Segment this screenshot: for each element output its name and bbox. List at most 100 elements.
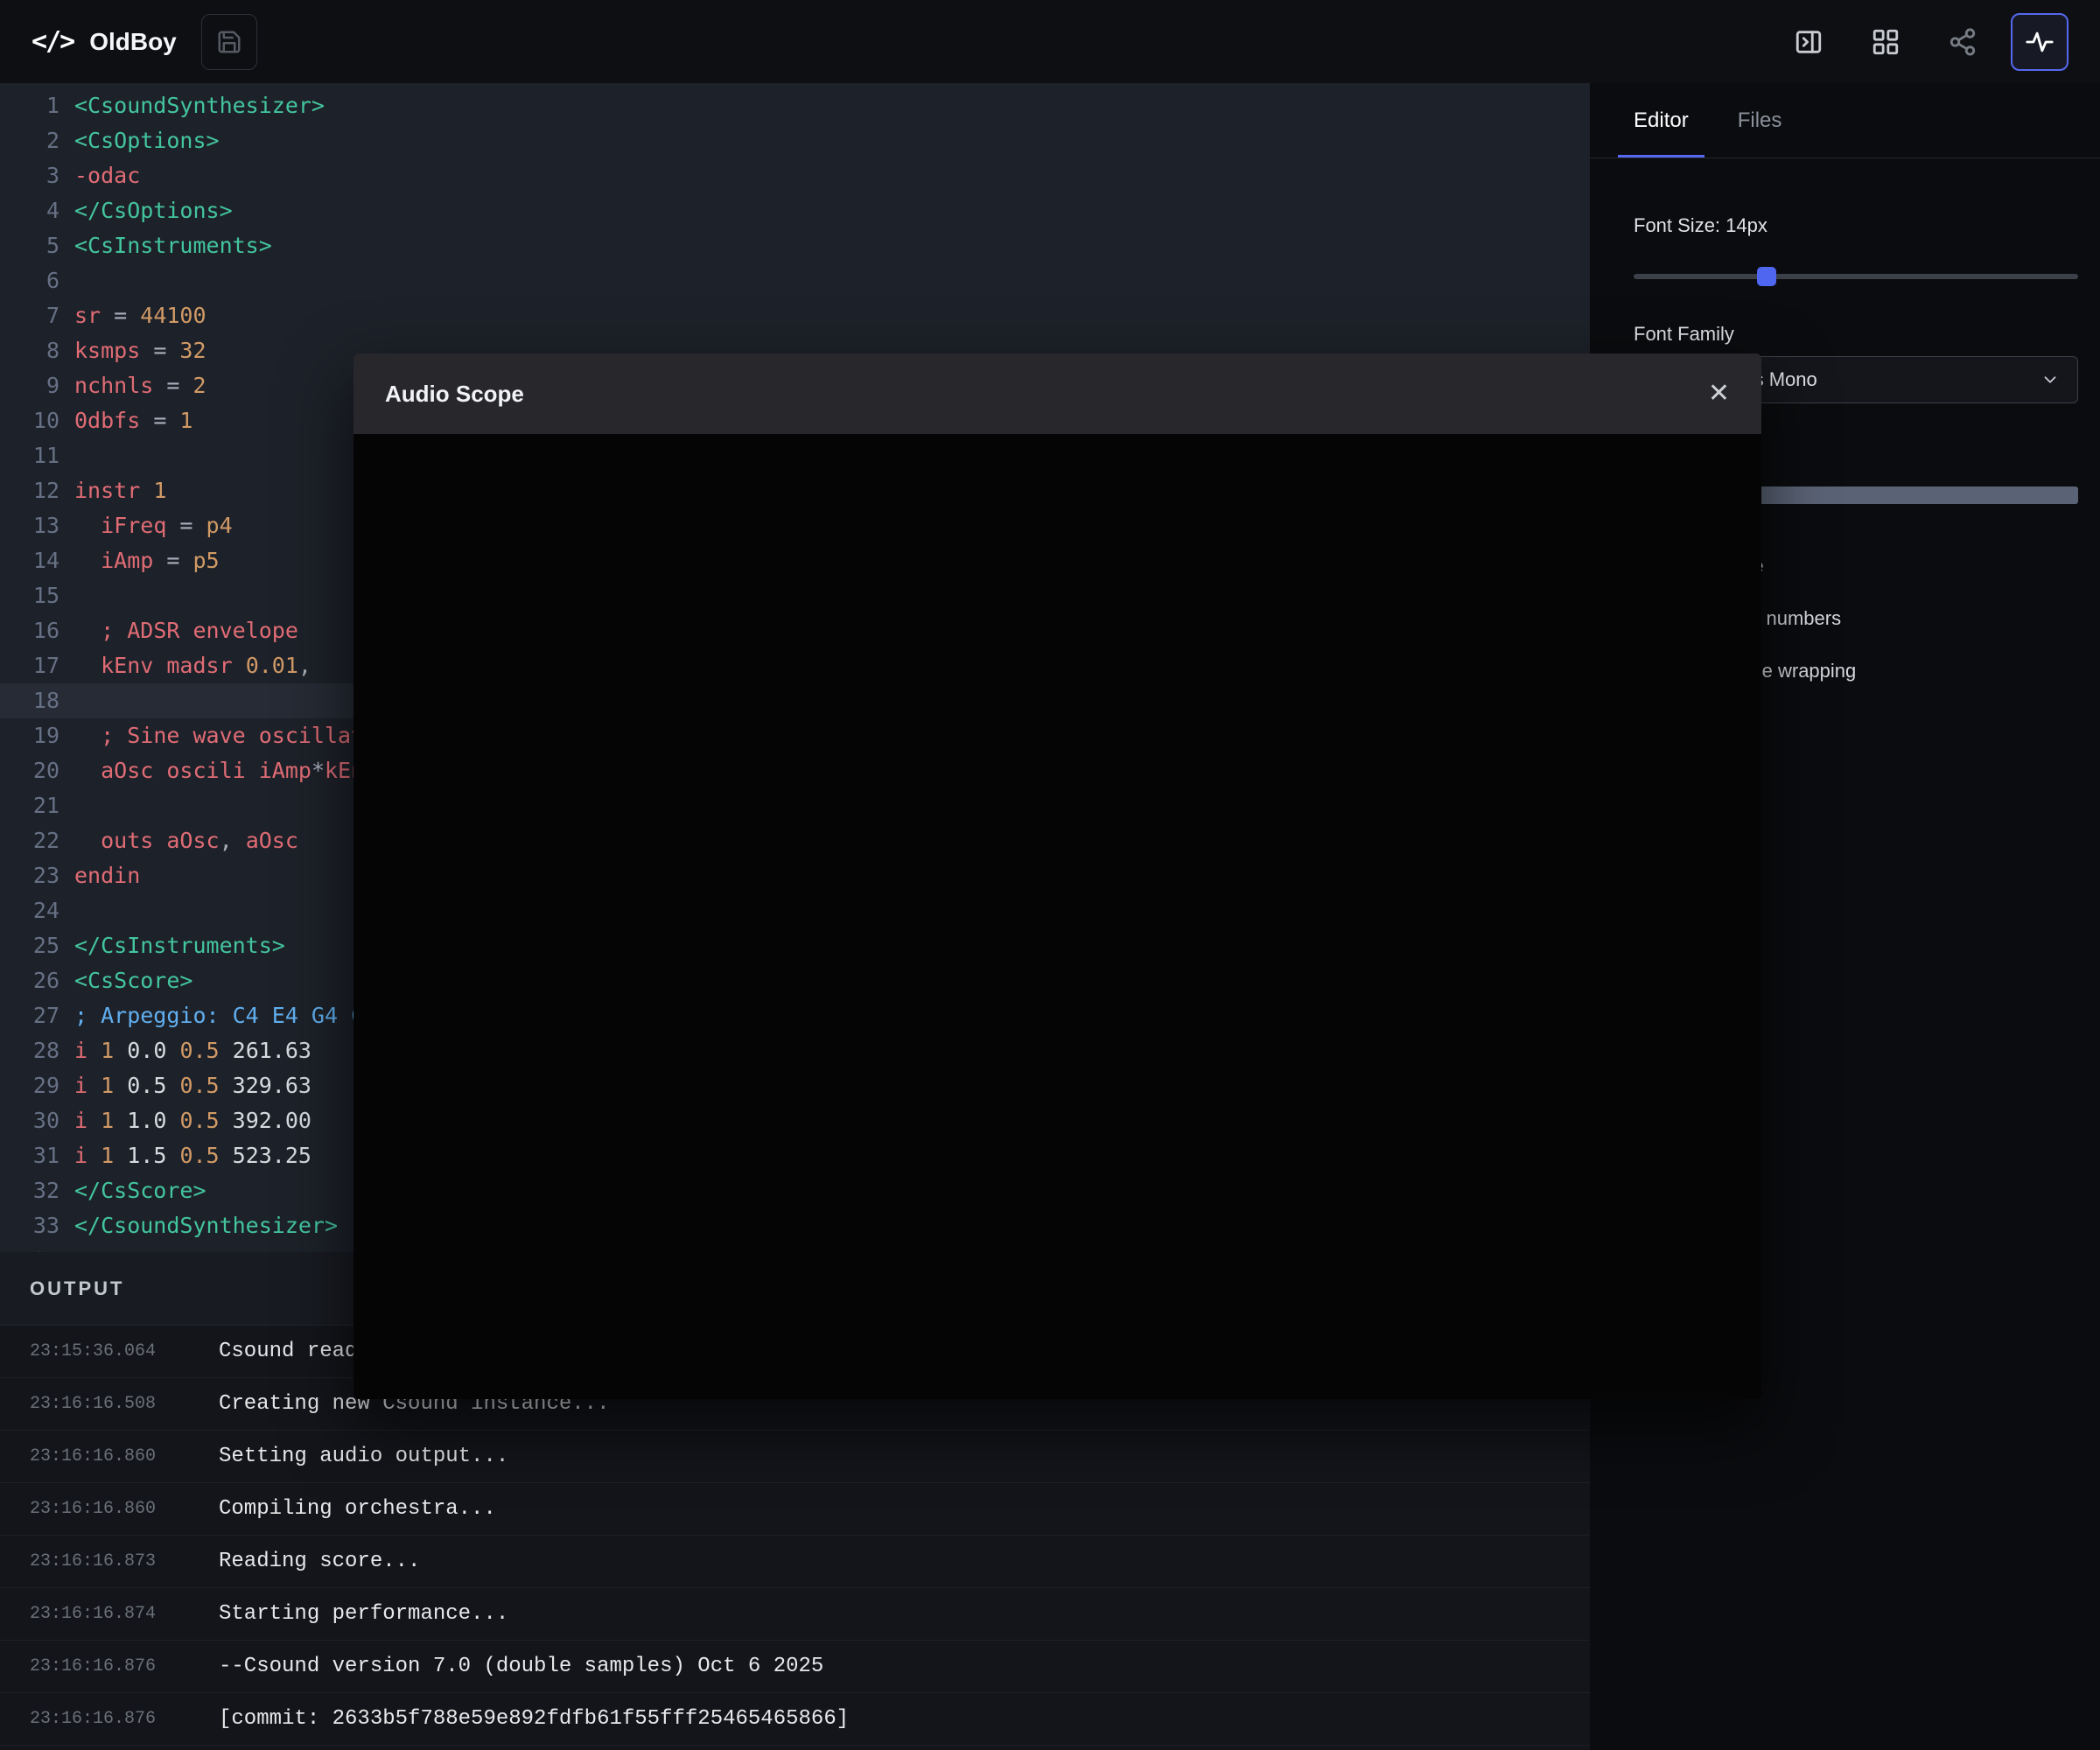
output-message: --Csound version 7.0 (double samples) Oc… <box>219 1655 823 1678</box>
line-number: 3 <box>0 158 60 193</box>
font-size-slider[interactable] <box>1634 267 2078 286</box>
font-size-label: Font Size: 14px <box>1634 214 2078 237</box>
output-message: Reading score... <box>219 1550 420 1573</box>
code-text: </CsScore> <box>74 1173 206 1208</box>
top-bar: </> OldBoy <box>0 0 2100 83</box>
chevron-down-icon <box>2040 370 2060 389</box>
audio-scope-button[interactable] <box>2011 13 2068 71</box>
line-number: 23 <box>0 858 60 893</box>
output-timestamp: 23:16:16.873 <box>30 1551 219 1572</box>
audio-scope-display <box>354 434 1761 1399</box>
code-text: nchnls = 2 <box>74 368 206 403</box>
output-timestamp: 23:16:16.860 <box>30 1446 219 1466</box>
code-text: i 1 0.0 0.5 261.63 <box>74 1033 312 1068</box>
code-text: sr = 44100 <box>74 298 206 333</box>
code-text: outs aOsc, aOsc <box>74 823 298 858</box>
code-text: i 1 1.5 0.5 523.25 <box>74 1138 312 1173</box>
output-header-label: OUTPUT <box>30 1278 124 1300</box>
output-timestamp: 23:16:16.874 <box>30 1604 219 1624</box>
floppy-disk-icon <box>216 29 242 55</box>
output-message: Starting performance... <box>219 1602 508 1626</box>
line-number: 19 <box>0 718 60 753</box>
line-number: 33 <box>0 1208 60 1243</box>
line-number: 6 <box>0 263 60 298</box>
code-text: instr 1 <box>74 473 166 508</box>
code-text: <CsScore> <box>74 963 192 998</box>
code-text: </CsoundSynthesizer> <box>74 1208 338 1243</box>
audio-scope-modal: Audio Scope ✕ <box>354 354 1761 1399</box>
line-number: 17 <box>0 648 60 683</box>
code-text: iFreq = p4 <box>74 508 233 543</box>
line-number: 18 <box>0 683 60 718</box>
output-message: Setting audio output... <box>219 1445 508 1468</box>
panel-toggle-button[interactable] <box>1780 13 1838 71</box>
line-number: 8 <box>0 333 60 368</box>
tab-editor[interactable]: Editor <box>1609 83 1713 158</box>
line-number: 26 <box>0 963 60 998</box>
line-number: 25 <box>0 928 60 963</box>
code-text: ; ADSR envelope <box>74 613 298 648</box>
tab-files[interactable]: Files <box>1713 83 1807 158</box>
slider-track <box>1634 274 2078 279</box>
output-row: 23:16:16.873Reading score... <box>0 1536 1590 1588</box>
panel-right-icon <box>1794 27 1824 57</box>
line-number: 13 <box>0 508 60 543</box>
code-line: 7 sr = 44100 <box>0 298 1590 333</box>
line-number: 22 <box>0 823 60 858</box>
line-number: 28 <box>0 1033 60 1068</box>
sidebar-tabs: EditorFiles <box>1590 83 2100 158</box>
line-number: 21 <box>0 788 60 823</box>
code-text: </CsOptions> <box>74 193 233 228</box>
line-number: 30 <box>0 1103 60 1138</box>
code-text: </CsInstruments> <box>74 928 285 963</box>
code-line: 1 <CsoundSynthesizer> <box>0 88 1590 123</box>
line-number: 15 <box>0 578 60 613</box>
output-message: Compiling orchestra... <box>219 1497 496 1521</box>
slider-thumb[interactable] <box>1757 267 1776 286</box>
modal-header: Audio Scope ✕ <box>354 354 1761 434</box>
share-button[interactable] <box>1934 13 1992 71</box>
code-text: ksmps = 32 <box>74 333 206 368</box>
line-number: 24 <box>0 893 60 928</box>
line-number: 27 <box>0 998 60 1033</box>
line-number: 14 <box>0 543 60 578</box>
line-number: 5 <box>0 228 60 263</box>
code-text: i 1 1.0 0.5 392.00 <box>74 1103 312 1138</box>
line-number: 29 <box>0 1068 60 1103</box>
line-number: 34 <box>0 1243 60 1252</box>
output-row: 23:16:16.876--Csound version 7.0 (double… <box>0 1641 1590 1693</box>
output-row: 23:16:16.876[commit: 2633b5f788e59e892fd… <box>0 1693 1590 1746</box>
code-text: <CsInstruments> <box>74 228 272 263</box>
code-line: 5 <CsInstruments> <box>0 228 1590 263</box>
code-line: 3 -odac <box>0 158 1590 193</box>
line-number: 7 <box>0 298 60 333</box>
code-line: 4</CsOptions> <box>0 193 1590 228</box>
line-number: 2 <box>0 123 60 158</box>
line-number: 11 <box>0 438 60 473</box>
output-message: [commit: 2633b5f788e59e892fdfb61f55fff25… <box>219 1707 849 1731</box>
line-number: 9 <box>0 368 60 403</box>
line-number: 32 <box>0 1173 60 1208</box>
grid-layout-icon <box>1871 27 1900 57</box>
code-brackets-icon: </> <box>32 26 74 57</box>
output-timestamp: 23:16:16.876 <box>30 1709 219 1729</box>
code-text: i 1 0.5 0.5 329.63 <box>74 1068 312 1103</box>
line-number: 20 <box>0 753 60 788</box>
app-title: OldBoy <box>89 28 177 56</box>
code-text: <CsoundSynthesizer> <box>74 88 325 123</box>
save-button[interactable] <box>201 14 257 70</box>
output-row: 23:16:16.874Starting performance... <box>0 1588 1590 1641</box>
output-timestamp: 23:15:36.064 <box>30 1341 219 1362</box>
code-text: ; Arpeggio: C4 E4 G4 C5 <box>74 998 377 1033</box>
code-text: ; Sine wave oscillator <box>74 718 390 753</box>
line-number: 10 <box>0 403 60 438</box>
code-text: endin <box>74 858 140 893</box>
line-number: 1 <box>0 88 60 123</box>
code-text: -odac <box>74 158 140 193</box>
line-number: 31 <box>0 1138 60 1173</box>
activity-pulse-icon <box>2025 27 2054 57</box>
close-icon[interactable]: ✕ <box>1708 381 1730 407</box>
code-line: 6 <box>0 263 1590 298</box>
line-number: 12 <box>0 473 60 508</box>
layout-grid-button[interactable] <box>1857 13 1914 71</box>
